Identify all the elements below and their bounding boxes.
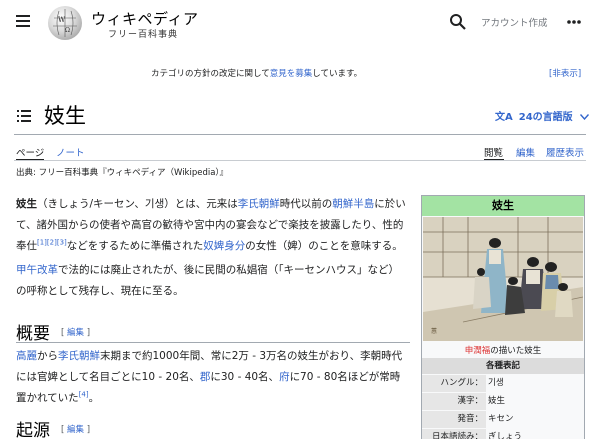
- notice-text: カテゴリの方針の改定に関して意見を募集しています。: [151, 69, 363, 79]
- infobox-key: 日本語読み：: [422, 429, 486, 439]
- article-link[interactable]: 府: [279, 371, 290, 383]
- section-heading-overview: 概要 [ 編集 ]: [16, 319, 410, 344]
- article-link[interactable]: 奴婢: [203, 240, 224, 252]
- infobox-row: 日本語読み： ぎしょう: [422, 429, 584, 439]
- tabs-divider: [14, 160, 586, 161]
- menu-icon[interactable]: [16, 15, 30, 27]
- notice-hide-link[interactable]: [非表示]: [549, 67, 581, 79]
- title-row: 妓生 文A 24の言語版: [0, 98, 600, 134]
- infobox-image[interactable]: 蕙: [423, 217, 583, 341]
- infobox-key: ハングル：: [422, 375, 486, 392]
- tab-talk[interactable]: ノート: [56, 145, 85, 159]
- caption-link[interactable]: 申潤福: [465, 346, 491, 356]
- infobox-row: 発音： キセン: [422, 411, 584, 428]
- section-title: 概要: [16, 324, 50, 344]
- notice-link[interactable]: 意見を募集: [270, 69, 313, 79]
- tab-page[interactable]: ページ: [16, 145, 44, 159]
- language-icon: 文A: [495, 112, 513, 123]
- tab-read[interactable]: 閲覧: [484, 145, 503, 159]
- toc-icon[interactable]: [17, 110, 31, 122]
- tab-history[interactable]: 履歴表示: [546, 145, 584, 159]
- infobox-value: 기생: [488, 378, 504, 388]
- article-link[interactable]: 身分: [224, 240, 245, 252]
- section-heading-origin: 起源 [ 編集 ]: [16, 416, 410, 439]
- wikipedia-globe-icon[interactable]: W Ω: [48, 6, 82, 40]
- language-button[interactable]: 文A 24の言語版: [495, 108, 590, 123]
- section-title: 起源: [16, 421, 50, 439]
- article-link[interactable]: 郡: [200, 371, 211, 383]
- svg-text:蕙: 蕙: [431, 327, 437, 335]
- search-icon[interactable]: [449, 13, 467, 31]
- edit-section-link[interactable]: 編集: [67, 425, 84, 435]
- chevron-down-icon: [580, 112, 590, 123]
- infobox-title: 妓生: [422, 196, 584, 216]
- infobox-caption: 申潤福の描いた妓生: [464, 346, 542, 356]
- article-link[interactable]: 李氏朝鮮: [58, 350, 100, 362]
- intro-paragraph: 妓生（きしょう/キーセン、기생）とは、元来は李氏朝鮮時代以前の朝鮮半島に於いて、…: [16, 198, 406, 252]
- tab-edit[interactable]: 編集: [516, 145, 535, 159]
- article-link[interactable]: 甲午改革: [16, 264, 58, 276]
- page-title: 妓生: [44, 104, 86, 128]
- title-divider: [14, 134, 586, 135]
- lead-term: 妓生: [16, 198, 37, 210]
- overview-paragraph: 高麗から李氏朝鮮末期まで約1000年間、常に2万 - 3万名の妓生がおり、李朝時…: [16, 350, 403, 404]
- site-tagline: フリー百科事典: [108, 30, 179, 40]
- article-link[interactable]: 朝鮮半島: [332, 198, 374, 210]
- article-link[interactable]: 李氏朝鮮: [238, 198, 280, 210]
- overview-body: 高麗から李氏朝鮮末期まで約1000年間、常に2万 - 3万名の妓生がおり、李朝時…: [16, 346, 409, 412]
- section-edit: [ 編集 ]: [61, 328, 91, 338]
- section-edit: [ 編集 ]: [61, 425, 91, 435]
- reference-link[interactable]: [4]: [79, 391, 89, 399]
- infobox-key: 発音：: [422, 411, 486, 428]
- infobox-value: ぎしょう: [488, 432, 523, 439]
- language-button-label: 24の言語版: [518, 112, 573, 123]
- site-wordmark[interactable]: ウィキペディア: [91, 8, 198, 29]
- reference-link[interactable]: [3]: [57, 239, 67, 247]
- reference-link[interactable]: [2]: [47, 239, 57, 247]
- svg-text:Ω: Ω: [65, 27, 70, 34]
- create-account-link[interactable]: アカウント作成: [481, 15, 548, 29]
- article-link[interactable]: 高麗: [16, 350, 37, 362]
- infobox-value: キセン: [488, 414, 514, 424]
- infobox-row: 漢字： 妓生: [422, 393, 584, 410]
- infobox: 妓生 蕙 申潤福の描いた妓生 各種表記 ハングル： 기생 漢字： 妓生 発音： …: [421, 195, 585, 439]
- reference-link[interactable]: [1]: [37, 239, 47, 247]
- site-header: W Ω ウィキペディア フリー百科事典 アカウント作成: [0, 0, 600, 46]
- intro-paragraph: 甲午改革で法的には廃止されたが、後に民間の私娼宿（「キーセンハウス」など）の呼称…: [16, 264, 400, 297]
- article-body: 妓生（きしょう/キーセン、기생）とは、元来は李氏朝鮮時代以前の朝鮮半島に於いて、…: [16, 194, 409, 305]
- site-notice: カテゴリの方針の改定に関して意見を募集しています。 [非表示]: [0, 64, 600, 82]
- infobox-section-header: 各種表記: [422, 358, 584, 374]
- infobox-value: 妓生: [488, 396, 506, 406]
- infobox-row: ハングル： 기생: [422, 375, 584, 392]
- more-icon[interactable]: [566, 14, 582, 30]
- from-line: 出典: フリー百科事典『ウィキペディア（Wikipedia）』: [16, 168, 229, 178]
- edit-section-link[interactable]: 編集: [67, 328, 84, 338]
- infobox-key: 漢字：: [422, 393, 486, 410]
- svg-text:W: W: [58, 16, 66, 24]
